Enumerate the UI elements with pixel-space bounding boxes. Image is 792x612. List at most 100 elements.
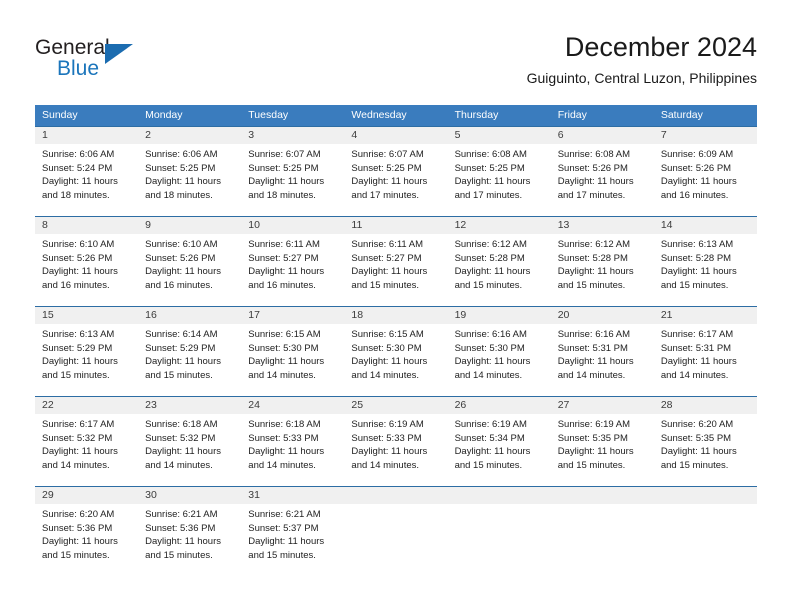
day-number-band: 16 <box>138 307 242 324</box>
calendar-day-cell[interactable]: 19 Sunrise: 6:16 AM Sunset: 5:30 PM Dayligh… <box>447 307 551 396</box>
day-number-band: 1 <box>35 127 139 144</box>
day-detail-lines: Sunrise: 6:09 AM Sunset: 5:26 PM Daylight:… <box>654 144 757 202</box>
day-detail-line: Sunrise: 6:11 AM <box>248 239 320 250</box>
day-detail-line: Sunrise: 6:21 AM <box>248 509 321 520</box>
calendar-day-cell[interactable]: 13 Sunrise: 6:12 AM Sunset: 5:28 PM Dayligh… <box>550 217 654 306</box>
day-detail-lines: Sunrise: 6:15 AM Sunset: 5:30 PM Daylight:… <box>241 324 344 382</box>
calendar-day-cell[interactable]: 8 Sunrise: 6:10 AM Sunset: 5:26 PM Daylight… <box>35 217 139 306</box>
day-detail-line: and 16 minutes. <box>660 189 729 201</box>
day-number: 3 <box>248 129 255 141</box>
day-detail-lines: Sunrise: 6:20 AM Sunset: 5:36 PM Daylight:… <box>35 504 138 562</box>
day-detail-line: Sunset: 5:36 PM <box>42 522 113 534</box>
day-detail-lines: Sunrise: 6:11 AM Sunset: 5:27 PM Daylight:… <box>241 234 344 292</box>
calendar-day-cell[interactable]: 31 Sunrise: 6:21 AM Sunset: 5:37 PM Dayligh… <box>241 487 345 576</box>
calendar-day-cell[interactable]: 14 Sunrise: 6:13 AM Sunset: 5:28 PM Dayligh… <box>653 217 757 306</box>
calendar-day-cell[interactable]: 1 Sunrise: 6:06 AM Sunset: 5:24 PM Daylight… <box>35 127 139 216</box>
calendar-day-cell[interactable]: 4 Sunrise: 6:07 AM Sunset: 5:25 PM Daylight… <box>344 127 448 216</box>
calendar-week-row: 22 Sunrise: 6:17 AM Sunset: 5:32 PM Dayligh… <box>35 396 757 486</box>
day-detail-lines: Sunrise: 6:21 AM Sunset: 5:36 PM Daylight:… <box>138 504 241 562</box>
calendar-day-cell[interactable]: 30 Sunrise: 6:21 AM Sunset: 5:36 PM Dayligh… <box>138 487 242 576</box>
calendar-day-cell-empty <box>447 487 551 576</box>
day-detail-line: Sunrise: 6:19 AM <box>351 419 424 430</box>
calendar-day-cell[interactable]: 24 Sunrise: 6:18 AM Sunset: 5:33 PM Dayligh… <box>241 397 345 486</box>
day-number: 24 <box>248 399 260 411</box>
calendar-day-cell[interactable]: 18 Sunrise: 6:15 AM Sunset: 5:30 PM Dayligh… <box>344 307 448 396</box>
day-detail-line: Sunset: 5:30 PM <box>351 342 422 354</box>
calendar-day-cell[interactable]: 12 Sunrise: 6:12 AM Sunset: 5:28 PM Dayligh… <box>447 217 551 306</box>
day-detail-lines: Sunrise: 6:19 AM Sunset: 5:35 PM Daylight:… <box>551 414 654 472</box>
day-detail-line: and 18 minutes. <box>248 189 316 201</box>
day-number-band: 18 <box>344 307 448 324</box>
calendar-day-cell[interactable]: 17 Sunrise: 6:15 AM Sunset: 5:30 PM Dayligh… <box>241 307 345 396</box>
day-detail-line: Daylight: 11 hours <box>557 356 634 368</box>
day-detail-line: Sunset: 5:24 PM <box>42 162 113 174</box>
day-number: 6 <box>557 129 564 141</box>
day-number: 2 <box>145 129 151 141</box>
page-subtitle: Guiguinto, Central Luzon, Philippines <box>526 70 757 86</box>
day-detail-line: Sunset: 5:28 PM <box>557 252 628 264</box>
day-detail-line: Sunset: 5:27 PM <box>248 252 319 264</box>
calendar-day-cell[interactable]: 6 Sunrise: 6:08 AM Sunset: 5:26 PM Daylight… <box>550 127 654 216</box>
day-detail-line: Sunrise: 6:21 AM <box>145 509 218 520</box>
day-detail-line: Sunrise: 6:08 AM <box>454 149 527 160</box>
day-detail-lines: Sunrise: 6:12 AM Sunset: 5:28 PM Daylight:… <box>448 234 551 292</box>
day-detail-line: Sunrise: 6:12 AM <box>557 239 631 250</box>
calendar-table: Sunday Monday Tuesday Wednesday Thursday Frid… <box>35 105 757 576</box>
day-detail-lines: Sunrise: 6:12 AM Sunset: 5:28 PM Daylight:… <box>551 234 654 292</box>
day-detail-line: Daylight: 11 hours <box>248 266 325 278</box>
calendar-week-row: 8 Sunrise: 6:10 AM Sunset: 5:26 PM Daylight… <box>35 216 757 306</box>
day-detail-line: and 15 minutes. <box>660 459 729 471</box>
day-detail-line: and 15 minutes. <box>660 279 729 291</box>
day-detail-line: Sunrise: 6:17 AM <box>42 419 115 430</box>
day-detail-line: Sunrise: 6:10 AM <box>42 239 115 250</box>
day-number-band <box>447 487 551 504</box>
day-number-band <box>653 487 757 504</box>
calendar-day-cell[interactable]: 3 Sunrise: 6:07 AM Sunset: 5:25 PM Daylight… <box>241 127 345 216</box>
day-detail-line: and 16 minutes. <box>248 279 316 291</box>
calendar-day-cell[interactable]: 23 Sunrise: 6:18 AM Sunset: 5:32 PM Dayligh… <box>138 397 242 486</box>
calendar-day-cell[interactable]: 25 Sunrise: 6:19 AM Sunset: 5:33 PM Dayligh… <box>344 397 448 486</box>
day-number: 14 <box>660 219 673 231</box>
general-blue-logo[interactable]: General Blue <box>35 36 205 84</box>
day-detail-line: Daylight: 11 hours <box>351 446 428 458</box>
day-detail-line: Sunrise: 6:20 AM <box>42 509 115 520</box>
calendar-day-cell[interactable]: 15 Sunrise: 6:13 AM Sunset: 5:29 PM Dayligh… <box>35 307 139 396</box>
day-number: 20 <box>557 309 570 321</box>
calendar-day-cell[interactable]: 10 Sunrise: 6:11 AM Sunset: 5:27 PM Dayligh… <box>241 217 345 306</box>
calendar-day-cell[interactable]: 27 Sunrise: 6:19 AM Sunset: 5:35 PM Dayligh… <box>550 397 654 486</box>
day-number: 9 <box>145 219 151 231</box>
calendar-day-cell[interactable]: 7 Sunrise: 6:09 AM Sunset: 5:26 PM Daylight… <box>653 127 757 216</box>
day-detail-lines: Sunrise: 6:11 AM Sunset: 5:27 PM Daylight:… <box>344 234 447 292</box>
calendar-day-cell[interactable]: 21 Sunrise: 6:17 AM Sunset: 5:31 PM Dayligh… <box>653 307 757 396</box>
day-detail-line: Daylight: 11 hours <box>454 446 531 458</box>
day-number: 8 <box>42 219 48 231</box>
calendar-day-cell[interactable]: 22 Sunrise: 6:17 AM Sunset: 5:32 PM Dayligh… <box>35 397 139 486</box>
day-number-band: 7 <box>653 127 757 144</box>
day-detail-lines: Sunrise: 6:13 AM Sunset: 5:29 PM Daylight:… <box>35 324 138 382</box>
day-detail-lines: Sunrise: 6:08 AM Sunset: 5:25 PM Daylight:… <box>448 144 551 202</box>
day-detail-line: Sunset: 5:27 PM <box>351 252 422 264</box>
day-detail-line: Daylight: 11 hours <box>351 176 428 188</box>
calendar-day-cell[interactable]: 28 Sunrise: 6:20 AM Sunset: 5:35 PM Dayligh… <box>653 397 757 486</box>
day-number-band: 19 <box>447 307 551 324</box>
day-number: 1 <box>42 129 48 141</box>
calendar-day-cell[interactable]: 29 Sunrise: 6:20 AM Sunset: 5:36 PM Dayligh… <box>35 487 139 576</box>
day-number-band: 26 <box>447 397 551 414</box>
day-number: 18 <box>351 309 364 321</box>
day-detail-lines: Sunrise: 6:18 AM Sunset: 5:32 PM Daylight:… <box>138 414 241 472</box>
day-detail-line: Sunset: 5:25 PM <box>248 162 319 174</box>
calendar-day-cell[interactable]: 9 Sunrise: 6:10 AM Sunset: 5:26 PM Daylight… <box>138 217 242 306</box>
calendar-week-row: 29 Sunrise: 6:20 AM Sunset: 5:36 PM Dayligh… <box>35 486 757 576</box>
day-number-band: 23 <box>138 397 242 414</box>
calendar-day-cell[interactable]: 26 Sunrise: 6:19 AM Sunset: 5:34 PM Dayligh… <box>447 397 551 486</box>
calendar-day-cell[interactable]: 20 Sunrise: 6:16 AM Sunset: 5:31 PM Dayligh… <box>550 307 654 396</box>
day-detail-line: and 15 minutes. <box>145 369 213 381</box>
calendar-day-cell[interactable]: 16 Sunrise: 6:14 AM Sunset: 5:29 PM Dayligh… <box>138 307 242 396</box>
calendar-day-cell[interactable]: 2 Sunrise: 6:06 AM Sunset: 5:25 PM Daylight… <box>138 127 242 216</box>
day-number-band <box>550 487 654 504</box>
page-title: December 2024 <box>564 32 757 62</box>
day-number-band: 22 <box>35 397 139 414</box>
calendar-day-cell[interactable]: 5 Sunrise: 6:08 AM Sunset: 5:25 PM Daylight… <box>447 127 551 216</box>
calendar-day-cell[interactable]: 11 Sunrise: 6:11 AM Sunset: 5:27 PM Dayligh… <box>344 217 448 306</box>
day-detail-line: Sunset: 5:32 PM <box>42 432 113 444</box>
